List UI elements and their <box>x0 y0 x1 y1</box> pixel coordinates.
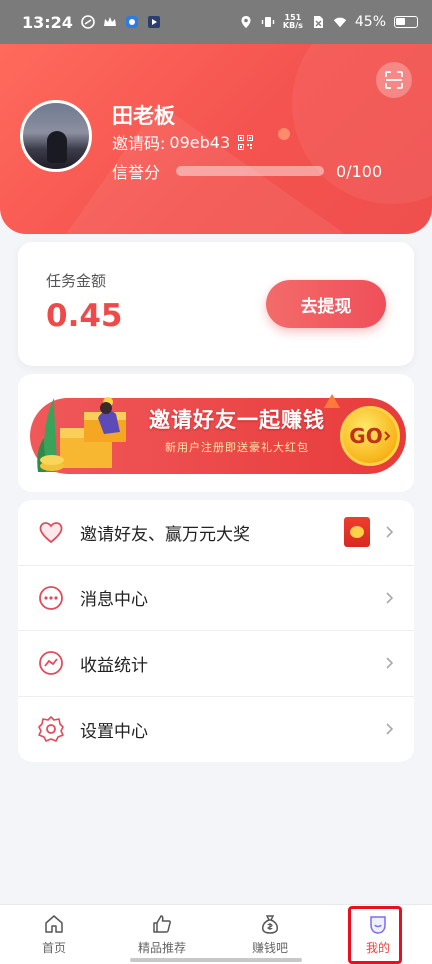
message-icon <box>36 583 66 613</box>
profile-icon <box>370 916 386 934</box>
avatar[interactable] <box>20 100 92 172</box>
profile-header: 田老板 邀请码: 09eb43 信誉分 0/100 <box>0 44 432 234</box>
task-amount-card: 任务金额 0.45 去提现 <box>18 242 414 366</box>
invite-code-label: 邀请码: <box>112 134 166 153</box>
thumbs-up-icon <box>153 915 171 933</box>
money-bag-icon <box>262 915 278 934</box>
menu-item-invite[interactable]: 邀请好友、赢万元大奖 <box>18 500 414 566</box>
vibrate-icon <box>261 17 275 27</box>
task-amount-value: 0.45 <box>46 298 123 334</box>
status-time: 13:24 <box>22 12 73 32</box>
menu-label-settings: 设置中心 <box>80 721 148 742</box>
scan-button[interactable] <box>376 62 412 98</box>
invite-code-value: 09eb43 <box>169 132 231 152</box>
app-notification-icon <box>81 15 95 29</box>
go-button[interactable]: GO <box>340 406 400 466</box>
home-icon <box>45 915 63 933</box>
tab-earn[interactable]: 赚钱吧 <box>216 905 324 964</box>
chevron-right-icon <box>386 657 394 669</box>
task-amount-label: 任务金额 <box>46 272 107 290</box>
menu-item-settings[interactable]: 设置中心 <box>18 697 414 763</box>
red-envelope-icon <box>344 517 370 548</box>
chevron-right-icon <box>386 592 394 604</box>
banner-title: 邀请好友一起赚钱 <box>149 408 325 432</box>
heart-icon <box>36 517 66 547</box>
user-name: 田老板 <box>112 104 175 128</box>
battery-icon <box>394 16 418 28</box>
chevron-right-icon <box>383 431 391 441</box>
credit-value: 0/100 <box>336 161 383 181</box>
tab-home[interactable]: 首页 <box>0 905 108 964</box>
header-decoration-dot <box>278 128 290 140</box>
location-icon <box>241 16 251 28</box>
network-speed-unit: KB/s <box>282 21 303 30</box>
network-speed: 151 KB/s <box>283 14 303 30</box>
menu-label-invite: 邀请好友、赢万元大奖 <box>80 524 250 545</box>
banner-subtitle: 新用户注册即送豪礼大红包 <box>165 441 309 454</box>
qr-code-icon[interactable] <box>238 134 254 150</box>
bottom-tab-bar: 首页 精品推荐 赚钱吧 我的 <box>0 904 432 964</box>
menu-item-stats[interactable]: 收益统计 <box>18 631 414 697</box>
credit-label: 信誉分 <box>112 163 161 182</box>
chevron-right-icon <box>386 723 394 735</box>
scan-icon <box>385 71 403 89</box>
gallery-icon <box>125 16 138 28</box>
tab-mine[interactable]: 我的 <box>324 905 432 964</box>
tab-label-mine: 我的 <box>365 941 390 955</box>
chevron-right-icon <box>386 526 394 538</box>
menu-list: 邀请好友、赢万元大奖 消息中心 收益统计 设置中心 <box>18 500 414 762</box>
credit-progress-bar <box>176 166 325 176</box>
go-label: GO <box>349 424 383 448</box>
avatar-figure <box>47 131 67 163</box>
menu-item-messages[interactable]: 消息中心 <box>18 566 414 631</box>
tab-label-home: 首页 <box>41 941 66 955</box>
play-store-icon <box>147 16 160 28</box>
invite-banner-card[interactable]: 邀请好友一起赚钱 新用户注册即送豪礼大红包 GO <box>18 374 414 492</box>
credit-row: 信誉分 0/100 <box>112 159 382 183</box>
banner-text: 邀请好友一起赚钱 新用户注册即送豪礼大红包 <box>142 404 332 455</box>
withdraw-button[interactable]: 去提现 <box>266 280 386 328</box>
wifi-icon <box>333 17 346 28</box>
tab-label-recommend: 精品推荐 <box>137 941 186 955</box>
menu-label-stats: 收益统计 <box>80 655 148 676</box>
tab-label-earn: 赚钱吧 <box>251 941 288 955</box>
menu-label-messages: 消息中心 <box>80 590 148 611</box>
invite-code-row: 邀请码: 09eb43 <box>112 130 254 154</box>
tab-recommend[interactable]: 精品推荐 <box>108 905 216 964</box>
stats-icon <box>36 648 66 678</box>
crown-icon <box>103 17 116 26</box>
battery-percent: 45% <box>354 14 386 30</box>
home-indicator[interactable] <box>130 958 302 962</box>
no-sim-icon <box>313 16 323 28</box>
status-bar: 13:24 151 KB/s 45% <box>0 0 432 44</box>
settings-icon <box>36 714 66 744</box>
